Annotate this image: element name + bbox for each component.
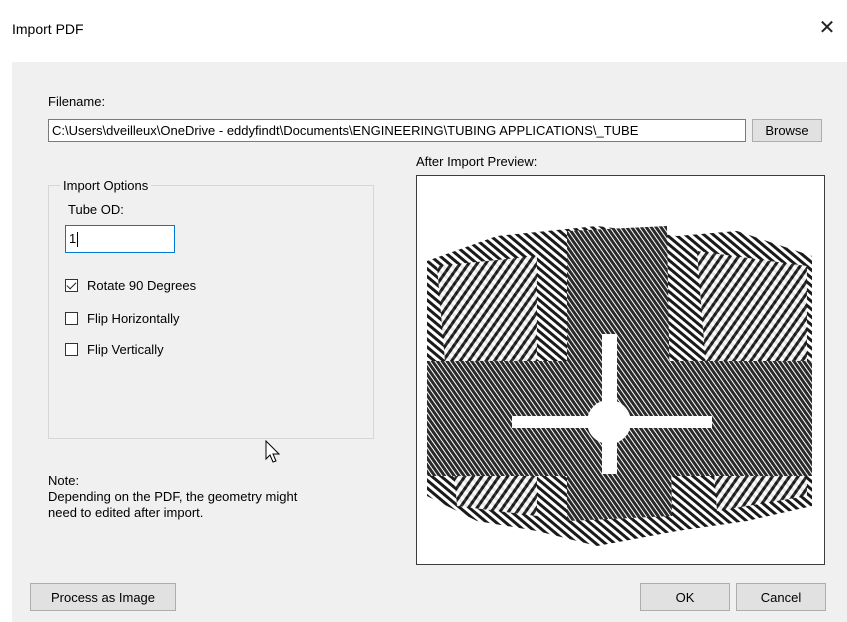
cancel-button[interactable]: Cancel — [736, 583, 826, 611]
browse-button[interactable]: Browse — [752, 119, 822, 142]
title-bar: Import PDF ✕ — [0, 0, 847, 62]
filename-label: Filename: — [48, 94, 106, 109]
note-line-1: Depending on the PDF, the geometry might — [48, 489, 298, 504]
ok-button[interactable]: OK — [640, 583, 730, 611]
note-heading: Note: — [48, 473, 80, 488]
note-line-2: need to edited after import. — [48, 505, 204, 520]
dialog-body: Filename: C:\Users\dveilleux\OneDrive - … — [12, 62, 847, 622]
filename-field[interactable]: C:\Users\dveilleux\OneDrive - eddyfindt\… — [48, 119, 746, 142]
flip-vertically-label: Flip Vertically — [87, 341, 164, 357]
rotate-90-check-box[interactable] — [65, 278, 78, 292]
rotate-90-label: Rotate 90 Degrees — [87, 277, 197, 293]
text-caret — [77, 232, 79, 248]
checkmark-icon — [66, 279, 77, 289]
process-as-image-button[interactable]: Process as Image — [30, 583, 176, 611]
tube-od-input[interactable]: 1 — [65, 225, 175, 253]
preview-label: After Import Preview: — [416, 154, 538, 169]
window-title: Import PDF — [12, 21, 84, 37]
flip-vertically-check-box[interactable] — [65, 342, 78, 356]
flip-horizontally-check-box[interactable] — [65, 311, 78, 325]
preview-image — [427, 226, 812, 546]
flip-horizontally-label: Flip Horizontally — [87, 310, 180, 326]
import-preview — [416, 175, 825, 565]
rotate-90-checkbox[interactable]: Rotate 90 Degrees — [65, 276, 196, 294]
close-icon: ✕ — [818, 17, 836, 39]
close-button[interactable]: ✕ — [807, 8, 847, 48]
import-options-legend: Import Options — [60, 178, 152, 193]
flip-vertically-checkbox[interactable]: Flip Vertically — [65, 340, 164, 358]
flip-horizontally-checkbox[interactable]: Flip Horizontally — [65, 309, 179, 327]
mouse-pointer-icon — [265, 440, 281, 463]
tube-od-label: Tube OD: — [68, 202, 124, 217]
